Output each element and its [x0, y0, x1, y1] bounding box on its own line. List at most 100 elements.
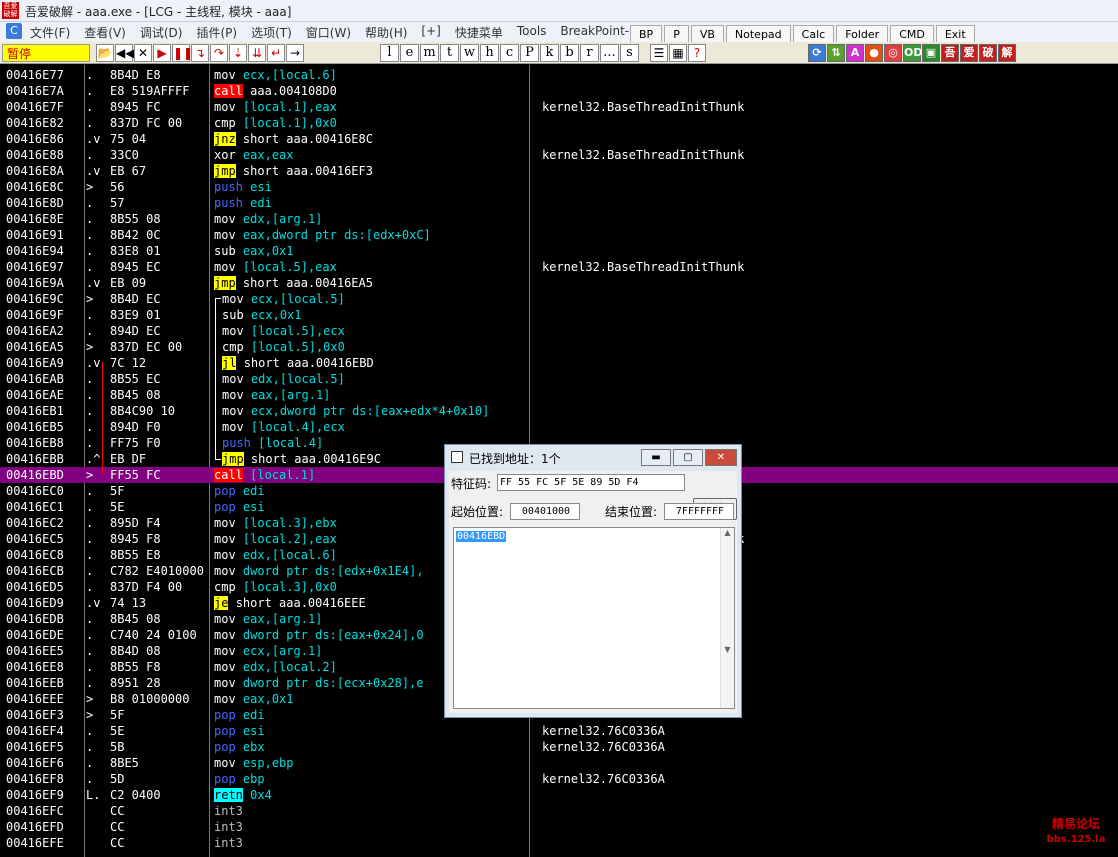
menu-item[interactable]: 窗口(W): [306, 24, 351, 41]
address: 00416EDE: [6, 628, 64, 642]
run-icon[interactable]: ▶: [153, 44, 171, 62]
window-letter-button[interactable]: s: [620, 44, 639, 62]
disasm-row[interactable]: 00416EB5. 894D F0 mov [local.4],ecx: [0, 419, 1118, 435]
result-item[interactable]: 00416EBD: [456, 531, 507, 542]
po-icon[interactable]: 破: [979, 44, 997, 62]
goto-icon[interactable]: →: [286, 44, 304, 62]
menu-item[interactable]: 插件(P): [196, 24, 237, 41]
scrollbar[interactable]: ▲ ▼: [720, 528, 734, 708]
disasm-row[interactable]: 00416EAB. 8B55 EC mov edx,[local.5]: [0, 371, 1118, 387]
start-address-input[interactable]: 00401000: [510, 503, 580, 520]
menu-item[interactable]: 文件(F): [30, 24, 70, 41]
disasm-row[interactable]: 00416EFC CC int3: [0, 803, 1118, 819]
disasm-row[interactable]: 00416E94. 83E8 01 sub eax,0x1: [0, 243, 1118, 259]
signature-input[interactable]: FF 55 FC 5F 5E 89 5D F4: [497, 474, 685, 491]
disasm-row[interactable]: 00416EF5. 5B pop ebx kernel32.76C0336A: [0, 739, 1118, 755]
disasm-row[interactable]: 00416E9C >8B4D EC mov ecx,[local.5]: [0, 291, 1118, 307]
disasm-row[interactable]: 00416EF6. 8BE5 mov esp,ebp: [0, 755, 1118, 771]
disasm-row[interactable]: 00416E86 .v 75 04 jnz short aaa.00416E8C: [0, 131, 1118, 147]
list-icon[interactable]: ☰: [650, 44, 668, 62]
disasm-row[interactable]: 00416E7F. 8945 FC mov [local.1],eax kernel3…: [0, 99, 1118, 115]
disasm-row[interactable]: 00416E82. 837D FC 00 cmp [local.1],0x0: [0, 115, 1118, 131]
disasm-row[interactable]: 00416E91. 8B42 0C mov eax,dword ptr ds:[ed…: [0, 227, 1118, 243]
disasm-row[interactable]: 00416E9A .v EB 09 jmp short aaa.00416EA5: [0, 275, 1118, 291]
jump-mark: .: [86, 324, 94, 338]
trace-over-icon[interactable]: ⇊: [248, 44, 266, 62]
window-letter-button[interactable]: P: [520, 44, 539, 62]
plugin-a-icon[interactable]: A: [846, 44, 864, 62]
disasm-row[interactable]: 00416EF8. 5D pop ebp kernel32.76C0336A: [0, 771, 1118, 787]
execute-till-return-icon[interactable]: ↵: [267, 44, 285, 62]
menu-item[interactable]: Tools: [517, 24, 547, 41]
window-letter-button[interactable]: t: [440, 44, 459, 62]
disasm-row[interactable]: 00416EF4. 5E pop esi kernel32.76C0336A: [0, 723, 1118, 739]
record-icon[interactable]: ●: [865, 44, 883, 62]
rewind-icon[interactable]: ◀◀: [115, 44, 134, 62]
disasm-row[interactable]: 00416E7A. E8 519AFFFF call aaa.004108D0: [0, 83, 1118, 99]
pause-icon[interactable]: ❚❚: [172, 44, 193, 62]
disasm-row[interactable]: 00416E8A .v EB 67 jmp short aaa.00416EF3: [0, 163, 1118, 179]
disasm-row[interactable]: 00416EAE. 8B45 08 mov eax,[arg.1]: [0, 387, 1118, 403]
window-letter-button[interactable]: e: [400, 44, 419, 62]
menu-item[interactable]: BreakPoint->: [560, 24, 639, 41]
plugin-green-icon[interactable]: ⇅: [827, 44, 845, 62]
operands: [local.4],ecx: [250, 420, 345, 434]
wu-icon[interactable]: 吾: [941, 44, 959, 62]
hex-bytes: 894D F0: [110, 420, 161, 434]
address: 00416E77: [6, 68, 64, 82]
open-file-icon[interactable]: 📂: [96, 44, 114, 62]
menu-item[interactable]: 帮助(H): [365, 24, 407, 41]
end-address-input[interactable]: 7FFFFFFF: [664, 503, 734, 520]
jie-icon[interactable]: 解: [998, 44, 1016, 62]
disasm-row[interactable]: 00416EA2. 894D EC mov [local.5],ecx: [0, 323, 1118, 339]
jump-mark: >: [86, 340, 94, 354]
trace-into-icon[interactable]: ⇣: [229, 44, 247, 62]
disasm-row[interactable]: 00416EFD CC int3: [0, 819, 1118, 835]
grid-icon[interactable]: ▦: [669, 44, 687, 62]
disasm-row[interactable]: 00416E8C >56 push esi: [0, 179, 1118, 195]
step-over-icon[interactable]: ↷: [210, 44, 228, 62]
menu-item[interactable]: [+]: [421, 24, 440, 41]
window-letter-button[interactable]: ...: [600, 44, 619, 62]
menu-item[interactable]: 调试(D): [140, 24, 183, 41]
cpu-window-icon[interactable]: C: [6, 23, 22, 39]
disasm-row[interactable]: 00416EFE CC int3: [0, 835, 1118, 851]
plugin-box-icon[interactable]: ▣: [922, 44, 940, 62]
dialog-caption[interactable]: 已找到地址：1个 ▬ ▢ ✕: [445, 445, 741, 471]
disasm-row[interactable]: 00416E88. 33C0 xor eax,eax kernel32.BaseThr…: [0, 147, 1118, 163]
result-list[interactable]: 00416EBD ▲ ▼: [453, 527, 735, 709]
window-letter-button[interactable]: l: [380, 44, 399, 62]
target-icon[interactable]: ◎: [884, 44, 902, 62]
refresh-icon[interactable]: ⟳: [808, 44, 826, 62]
window-letter-button[interactable]: r: [580, 44, 599, 62]
help-icon[interactable]: ?: [688, 44, 706, 62]
window-letter-button[interactable]: b: [560, 44, 579, 62]
window-letter-button[interactable]: m: [420, 44, 439, 62]
plugin-od-icon[interactable]: OD: [903, 44, 922, 62]
operands: esi: [242, 724, 265, 738]
window-letter-button[interactable]: k: [540, 44, 559, 62]
window-letter-button[interactable]: w: [460, 44, 479, 62]
instruction: push edi: [214, 195, 272, 211]
hex-bytes: 894D EC: [110, 324, 161, 338]
close-button[interactable]: ✕: [705, 449, 737, 466]
ai-icon[interactable]: 爱: [960, 44, 978, 62]
menu-item[interactable]: 查看(V): [84, 24, 126, 41]
disasm-row[interactable]: 00416E9F. 83E9 01 sub ecx,0x1: [0, 307, 1118, 323]
window-letter-button[interactable]: h: [480, 44, 499, 62]
menu-item[interactable]: 快捷菜单: [455, 24, 503, 41]
disasm-row[interactable]: 00416EB1. 8B4C90 10 mov ecx,dword ptr ds:[…: [0, 403, 1118, 419]
disasm-row[interactable]: 00416EA5 >837D EC 00 cmp [local.5],0x0: [0, 339, 1118, 355]
close-icon[interactable]: ✕: [134, 44, 152, 62]
disasm-row[interactable]: 00416E8E. 8B55 08 mov edx,[arg.1]: [0, 211, 1118, 227]
maximize-button[interactable]: ▢: [673, 449, 703, 466]
disasm-row[interactable]: 00416E77. 8B4D E8 mov ecx,[local.6]: [0, 67, 1118, 83]
menu-item[interactable]: 选项(T): [251, 24, 292, 41]
disasm-row[interactable]: 00416E8D. 57 push edi: [0, 195, 1118, 211]
step-into-icon[interactable]: ↴: [191, 44, 209, 62]
disasm-row[interactable]: 00416E97. 8945 EC mov [local.5],eax kernel3…: [0, 259, 1118, 275]
window-letter-button[interactable]: c: [500, 44, 519, 62]
minimize-button[interactable]: ▬: [641, 449, 671, 466]
disasm-row[interactable]: 00416EF9 L. C2 0400 retn 0x4: [0, 787, 1118, 803]
disasm-row[interactable]: 00416EA9 .v 7C 12 jl short aaa.00416EBD: [0, 355, 1118, 371]
